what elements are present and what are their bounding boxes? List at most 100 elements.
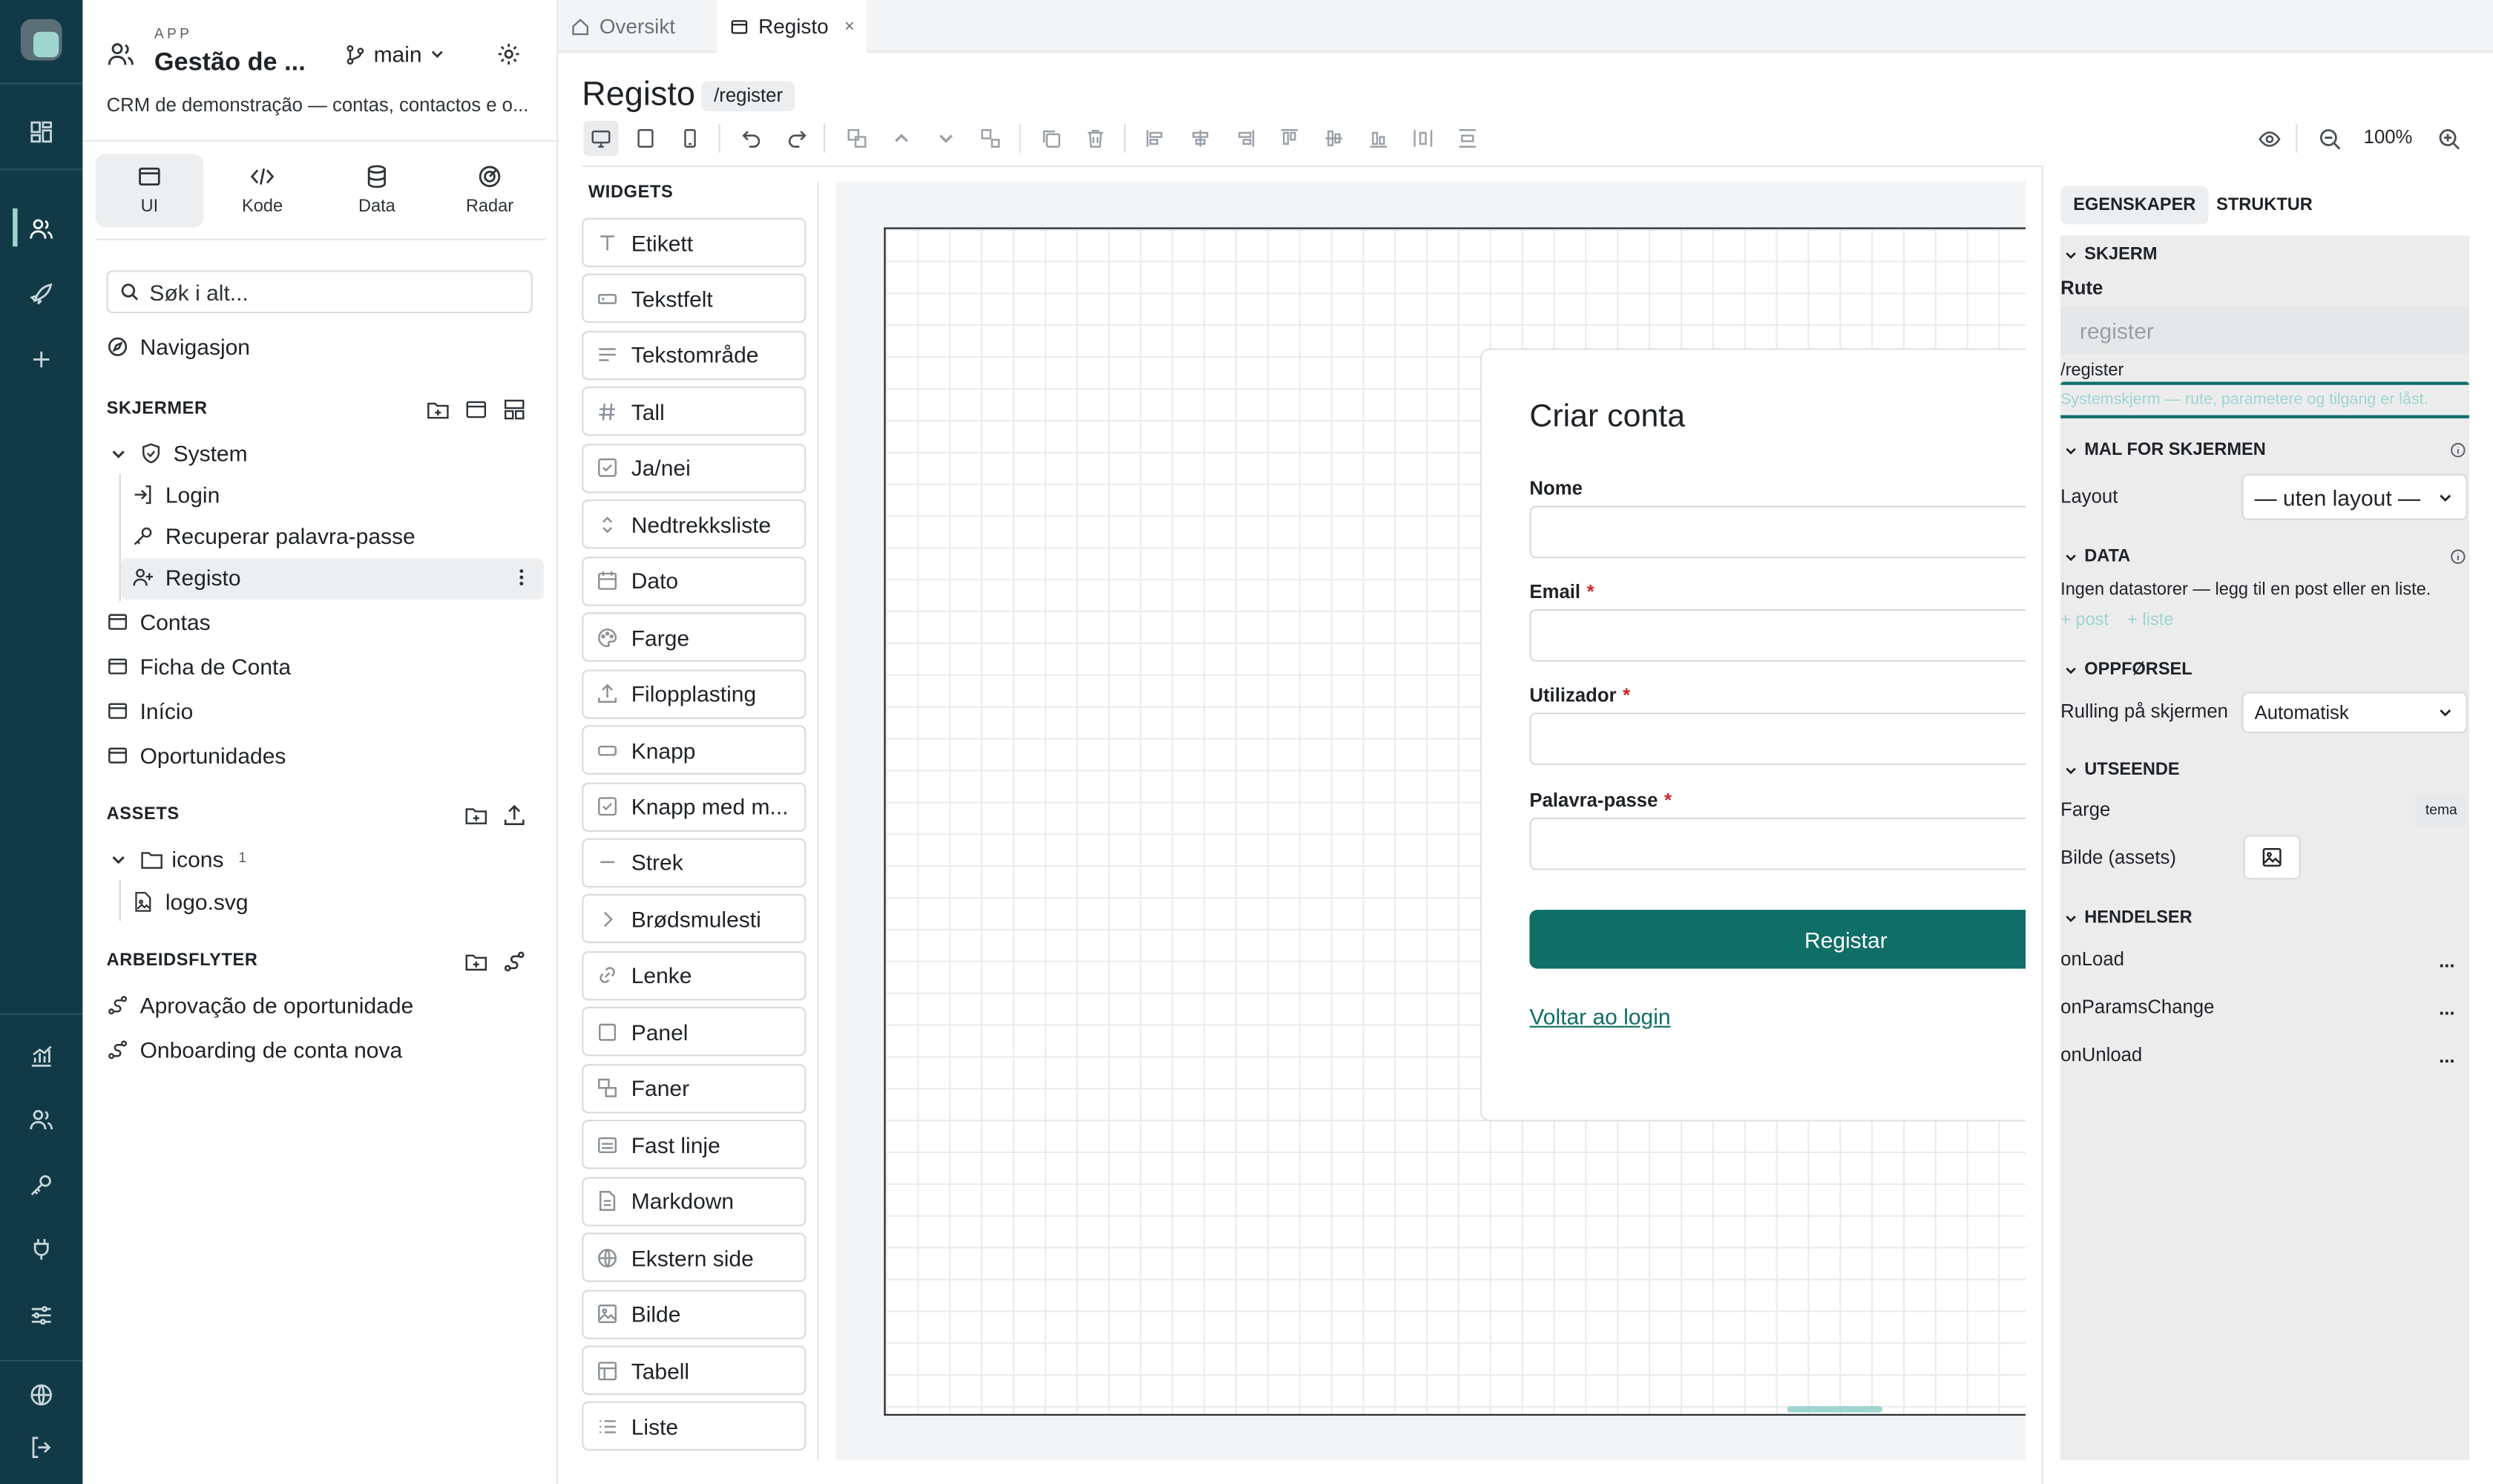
widget-ekstern-side[interactable]: Ekstern side (582, 1232, 807, 1282)
globe-icon[interactable] (22, 1376, 60, 1414)
key-icon[interactable] (22, 1166, 60, 1204)
section-data[interactable]: DATA (2063, 547, 2130, 566)
new-screen-icon[interactable] (463, 396, 488, 421)
align-right-icon[interactable] (1227, 121, 1262, 156)
logout-icon[interactable] (22, 1428, 60, 1466)
branch-selector[interactable]: main (345, 40, 446, 69)
color-picker[interactable]: tema (2415, 793, 2468, 826)
plug-icon[interactable] (22, 1229, 60, 1267)
search-box[interactable]: Søk i alt... (106, 270, 533, 314)
distribute-h-icon[interactable] (1405, 121, 1440, 156)
screen-contas[interactable]: Contas (140, 609, 211, 634)
widget-etikett[interactable]: Etikett (582, 217, 807, 268)
analytics-icon[interactable] (22, 1037, 60, 1075)
distribute-v-icon[interactable] (1450, 121, 1485, 156)
asset-logo-svg[interactable]: logo.svg (165, 889, 249, 914)
widget-tekstområde[interactable]: Tekstområde (582, 330, 807, 381)
tab-radar[interactable]: Radar (436, 154, 544, 228)
widget-dato[interactable]: Dato (582, 556, 807, 606)
screen-oportunidades[interactable]: Oportunidades (140, 743, 286, 768)
widget-knapp-med-m[interactable]: Knapp med m... (582, 781, 807, 832)
screen-login[interactable]: Login (165, 482, 220, 508)
section-behavior[interactable]: OPPFØRSEL (2063, 660, 2193, 679)
tree-group-system[interactable]: System (174, 441, 248, 466)
widget-lenke[interactable]: Lenke (582, 951, 807, 1001)
preview-eye-icon[interactable] (2251, 121, 2286, 156)
tab-properties[interactable]: EGENSKAPER (2060, 186, 2209, 225)
dashboard-icon[interactable] (22, 113, 60, 151)
app-logo[interactable] (20, 19, 62, 61)
event-onparamschange-menu[interactable]: ... (2439, 997, 2454, 1020)
align-top-icon[interactable] (1272, 121, 1307, 156)
move-up-icon[interactable] (884, 121, 919, 156)
nav-link[interactable]: Navigasjon (140, 334, 250, 359)
group-icon[interactable] (839, 121, 874, 156)
section-screen[interactable]: SKJERM (2063, 245, 2158, 264)
scroll-select[interactable]: Automatisk (2241, 692, 2468, 734)
widget-faner[interactable]: Faner (582, 1063, 807, 1114)
design-canvas[interactable]: Criar conta Nome Email * Utilizador * Pala… (884, 227, 2026, 1416)
align-middle-icon[interactable] (1316, 121, 1351, 156)
widget-tekstfelt[interactable]: Tekstfelt (582, 274, 807, 324)
layout-select[interactable]: — uten layout — (2241, 473, 2468, 520)
team-icon[interactable] (22, 1100, 60, 1138)
trash-icon[interactable] (1078, 121, 1113, 156)
email-input[interactable] (1529, 609, 2026, 662)
move-down-icon[interactable] (928, 121, 963, 156)
add-post-link[interactable]: + post (2060, 611, 2109, 630)
info-icon[interactable] (2450, 442, 2466, 458)
align-center-h-icon[interactable] (1183, 121, 1218, 156)
asset-folder-icons[interactable]: icons (171, 846, 223, 871)
tab-registo[interactable]: Registo × (717, 0, 867, 53)
widget-farge[interactable]: Farge (582, 612, 807, 663)
screen-register[interactable]: Registo (165, 565, 241, 590)
mobile-view-icon[interactable] (672, 121, 707, 156)
widget-strek[interactable]: Strek (582, 838, 807, 888)
folder-plus-icon[interactable] (463, 948, 488, 974)
plus-icon[interactable] (22, 341, 60, 378)
tablet-view-icon[interactable] (628, 121, 663, 156)
ungroup-icon[interactable] (973, 121, 1008, 156)
section-template[interactable]: MAL FOR SKJERMEN (2063, 441, 2266, 460)
widget-tabell[interactable]: Tabell (582, 1345, 807, 1395)
copy-icon[interactable] (1034, 121, 1068, 156)
workflow-add-icon[interactable] (501, 948, 526, 974)
workflow-item[interactable]: Aprovação de oportunidade (140, 993, 414, 1018)
tab-code[interactable]: Kode (208, 154, 317, 228)
align-bottom-icon[interactable] (1361, 121, 1396, 156)
section-appearance[interactable]: UTSEENDE (2063, 761, 2180, 779)
app-title[interactable]: Gestão de ... (154, 49, 306, 78)
users-icon[interactable] (22, 210, 60, 248)
username-input[interactable] (1529, 712, 2026, 766)
chevron-down-icon[interactable] (107, 442, 129, 464)
event-onload-menu[interactable]: ... (2439, 950, 2454, 972)
register-card[interactable]: Criar conta Nome Email * Utilizador * Pala… (1479, 348, 2026, 1122)
rocket-icon[interactable] (22, 275, 60, 313)
folder-plus-icon[interactable] (424, 396, 450, 421)
widget-liste[interactable]: Liste (582, 1402, 807, 1451)
zoom-out-icon[interactable] (2312, 121, 2347, 156)
event-onunload-menu[interactable]: ... (2439, 1045, 2454, 1067)
widget-brødsmulesti[interactable]: Brødsmulesti (582, 894, 807, 945)
screen-ficha-de-conta[interactable]: Ficha de Conta (140, 654, 291, 679)
desktop-view-icon[interactable] (583, 120, 619, 157)
workflow-item[interactable]: Onboarding de conta nova (140, 1037, 403, 1063)
widget-knapp[interactable]: Knapp (582, 725, 807, 775)
screen-recover-password[interactable]: Recuperar palavra-passe (165, 523, 416, 548)
widget-fast-linje[interactable]: Fast linje (582, 1120, 807, 1169)
screen-inicio[interactable]: Início (140, 698, 194, 723)
register-button[interactable]: Registar (1529, 910, 2026, 969)
align-left-icon[interactable] (1138, 121, 1173, 156)
layout-icon[interactable] (501, 396, 526, 421)
search-input[interactable]: Søk i alt... (149, 279, 248, 304)
upload-icon[interactable] (501, 801, 526, 827)
widget-panel[interactable]: Panel (582, 1007, 807, 1057)
zoom-in-icon[interactable] (2431, 121, 2466, 156)
tab-ui[interactable]: UI (95, 154, 204, 228)
redo-icon[interactable] (779, 121, 814, 156)
widget-markdown[interactable]: Markdown (582, 1176, 807, 1226)
widget-bilde[interactable]: Bilde (582, 1289, 807, 1339)
name-input[interactable] (1529, 505, 2026, 559)
gear-icon[interactable] (493, 38, 525, 70)
info-icon[interactable] (2450, 549, 2466, 565)
